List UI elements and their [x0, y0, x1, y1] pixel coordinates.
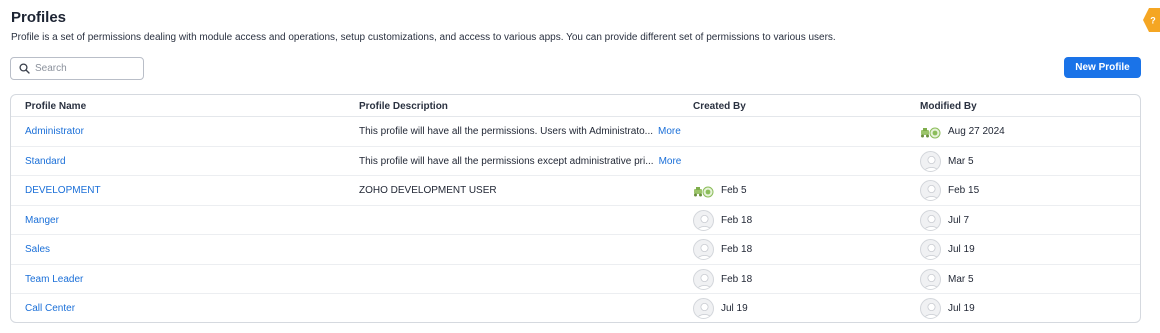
modified-by: Jul 19 — [920, 298, 975, 319]
more-link[interactable]: More — [659, 156, 682, 167]
profile-name-link[interactable]: Call Center — [25, 303, 75, 314]
modified-date: Feb 15 — [948, 185, 980, 196]
modified-date: Mar 5 — [948, 155, 974, 167]
modified-date: Jul 19 — [948, 303, 975, 314]
search-icon — [19, 63, 30, 74]
page-subtitle: Profile is a set of permissions dealing … — [11, 32, 836, 43]
profile-name-link[interactable]: Administrator — [25, 126, 84, 137]
profile-description: This profile will have all the permissio… — [359, 126, 681, 137]
table-row[interactable]: Team Leader Feb 18 Mar 5 — [11, 265, 1140, 294]
profile-name-link[interactable]: DEVELOPMENT — [25, 185, 101, 196]
avatar-icon — [693, 209, 714, 231]
search-input[interactable] — [35, 63, 135, 74]
table-row[interactable]: DEVELOPMENT ZOHO DEVELOPMENT USER Feb 5 Feb… — [11, 176, 1140, 206]
modified-by: Jul 7 — [920, 209, 970, 231]
created-by: Jul 19 — [693, 298, 748, 319]
profiles-table: Profile Name Profile Description Created… — [10, 94, 1141, 323]
modified-by: Mar 5 — [920, 268, 974, 290]
help-icon: ? — [1143, 8, 1160, 32]
column-header-profile-description[interactable]: Profile Description — [359, 101, 448, 112]
modified-date: Jul 19 — [948, 244, 975, 255]
zoho-bot-icon — [920, 121, 941, 142]
avatar-icon — [920, 180, 941, 201]
created-by: Feb 18 — [693, 239, 752, 260]
created-by: Feb 18 — [693, 268, 753, 290]
zoho-bot-icon — [693, 180, 714, 201]
search-box[interactable] — [10, 57, 144, 80]
column-header-profile-name[interactable]: Profile Name — [25, 101, 86, 112]
avatar-icon — [920, 239, 941, 260]
modified-date: Jul 7 — [948, 214, 970, 226]
avatar-icon — [693, 298, 714, 319]
created-date: Feb 18 — [721, 273, 753, 285]
created-by: Feb 18 — [693, 209, 753, 231]
column-header-created-by[interactable]: Created By — [693, 101, 746, 112]
page-title: Profiles — [11, 9, 67, 26]
help-label: ? — [1150, 16, 1156, 26]
profile-description: This profile will have all the permissio… — [359, 156, 681, 167]
modified-by: Feb 15 — [920, 180, 979, 201]
table-row[interactable]: Standard This profile will have all the p… — [11, 147, 1140, 176]
created-date: Feb 5 — [721, 185, 747, 196]
table-header: Profile Name Profile Description Created… — [11, 95, 1140, 117]
created-by: Feb 5 — [693, 180, 747, 201]
avatar-icon — [920, 298, 941, 319]
created-date: Jul 19 — [721, 303, 748, 314]
profile-name-link[interactable]: Manger — [25, 215, 59, 226]
avatar-icon — [920, 268, 941, 290]
help-tab[interactable]: ? — [1143, 8, 1160, 32]
profile-description-text: This profile will have all the permissio… — [359, 126, 653, 137]
new-profile-button[interactable]: New Profile — [1064, 57, 1141, 78]
profile-name-link[interactable]: Sales — [25, 244, 50, 255]
modified-by: Mar 5 — [920, 150, 974, 172]
modified-date: Aug 27 2024 — [948, 126, 1005, 137]
column-header-modified-by[interactable]: Modified By — [920, 101, 977, 112]
profile-description-text: This profile will have all the permissio… — [359, 155, 654, 167]
avatar-icon — [693, 239, 714, 260]
table-row[interactable]: Call Center Jul 19 Jul 19 — [11, 294, 1140, 322]
avatar-icon — [920, 209, 941, 231]
avatar-icon — [693, 268, 714, 290]
avatar-icon — [920, 150, 941, 172]
table-row[interactable]: Sales Feb 18 Jul 19 — [11, 235, 1140, 265]
modified-by: Aug 27 2024 — [920, 121, 1005, 142]
modified-by: Jul 19 — [920, 239, 975, 260]
profile-description: ZOHO DEVELOPMENT USER — [359, 185, 497, 196]
profile-name-link[interactable]: Standard — [25, 156, 66, 167]
created-date: Feb 18 — [721, 214, 753, 226]
profile-description-text: ZOHO DEVELOPMENT USER — [359, 185, 497, 196]
modified-date: Mar 5 — [948, 273, 974, 285]
more-link[interactable]: More — [658, 126, 681, 137]
table-row[interactable]: Manger Feb 18 Jul 7 — [11, 206, 1140, 235]
created-date: Feb 18 — [721, 244, 753, 255]
profile-name-link[interactable]: Team Leader — [25, 274, 83, 285]
table-row[interactable]: Administrator This profile will have all … — [11, 117, 1140, 147]
